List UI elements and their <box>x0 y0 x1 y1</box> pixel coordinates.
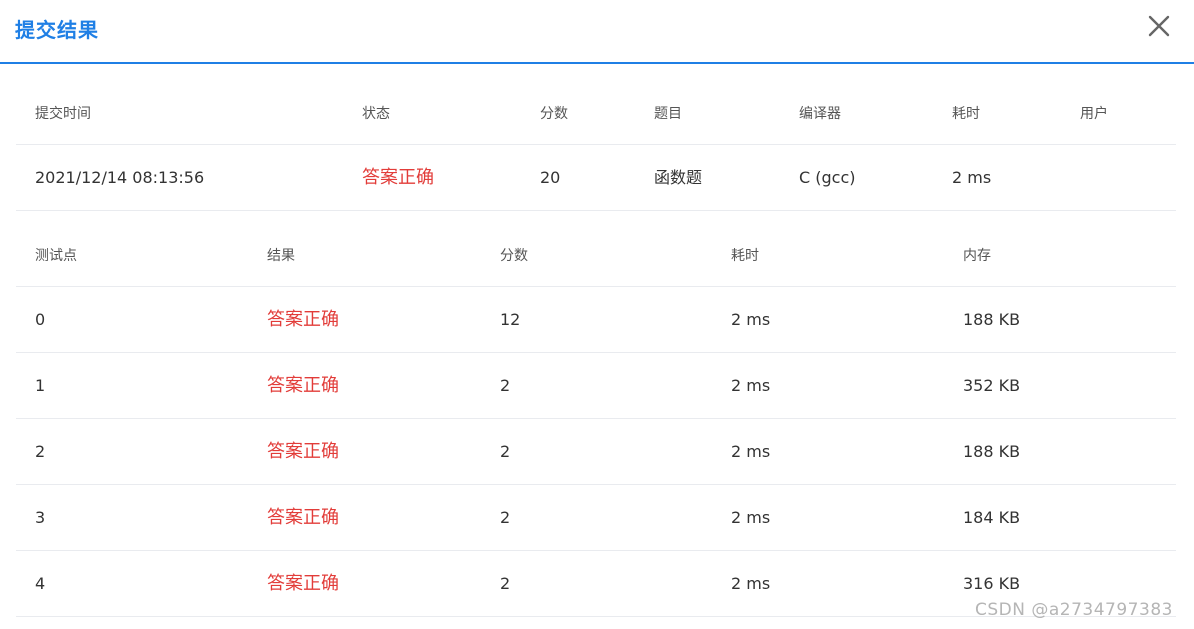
header-case-score: 分数 <box>500 248 528 264</box>
header-testcase: 测试点 <box>35 248 77 264</box>
header-score: 分数 <box>540 106 568 122</box>
header-case-time: 耗时 <box>731 248 759 264</box>
score-value: 20 <box>540 168 561 187</box>
duration-value: 2 ms <box>952 168 992 187</box>
submit-time: 2021/12/14 08:13:56 <box>35 168 205 187</box>
testcase-score: 2 <box>500 376 511 395</box>
testcase-id: 4 <box>35 574 46 593</box>
testcase-score: 2 <box>500 574 511 593</box>
testcase-score: 12 <box>500 310 521 329</box>
testcase-time: 2 ms <box>731 574 771 593</box>
testcase-memory: 188 KB <box>963 442 1021 461</box>
testcase-score: 2 <box>500 508 511 527</box>
submission-row: 2021/12/14 08:13:56 答案正确 20 函数题 C (gcc) … <box>16 145 1176 211</box>
testcase-table-header: 测试点 结果 分数 耗时 内存 <box>16 223 1176 287</box>
submission-table: 提交时间 状态 分数 题目 编译器 耗时 用户 2021/12/14 08:13… <box>16 82 1176 211</box>
close-icon <box>1148 15 1170 37</box>
testcase-memory: 188 KB <box>963 310 1021 329</box>
testcase-time: 2 ms <box>731 310 771 329</box>
problem-value: 函数题 <box>654 168 703 187</box>
header-result: 结果 <box>267 248 295 264</box>
dialog-header: 提交结果 <box>0 0 1194 64</box>
testcase-id: 0 <box>35 310 46 329</box>
table-row: 1 答案正确 2 2 ms 352 KB <box>16 353 1176 419</box>
testcase-memory: 184 KB <box>963 508 1021 527</box>
testcase-time: 2 ms <box>731 376 771 395</box>
header-problem: 题目 <box>654 106 682 122</box>
testcase-result: 答案正确 <box>267 375 339 396</box>
header-memory: 内存 <box>963 248 991 264</box>
submission-result-dialog: 提交结果 提交时间 状态 分数 题目 编译器 耗时 用户 2021/12/14 … <box>0 0 1194 629</box>
testcase-memory: 352 KB <box>963 376 1021 395</box>
header-status: 状态 <box>362 106 390 122</box>
header-duration: 耗时 <box>952 106 980 122</box>
testcase-result: 答案正确 <box>267 507 339 528</box>
testcase-score: 2 <box>500 442 511 461</box>
testcase-id: 2 <box>35 442 46 461</box>
table-row: 3 答案正确 2 2 ms 184 KB <box>16 485 1176 551</box>
testcase-time: 2 ms <box>731 508 771 527</box>
table-row: 2 答案正确 2 2 ms 188 KB <box>16 419 1176 485</box>
submission-table-header: 提交时间 状态 分数 题目 编译器 耗时 用户 <box>16 82 1176 145</box>
testcase-result: 答案正确 <box>267 309 339 330</box>
dialog-title: 提交结果 <box>15 18 99 42</box>
status-value: 答案正确 <box>362 167 434 188</box>
table-row: 0 答案正确 12 2 ms 188 KB <box>16 287 1176 353</box>
testcase-time: 2 ms <box>731 442 771 461</box>
compiler-value: C (gcc) <box>799 168 856 187</box>
header-user: 用户 <box>1080 106 1108 122</box>
testcase-table: 测试点 结果 分数 耗时 内存 0 答案正确 12 2 ms 188 KB 1 … <box>16 223 1176 617</box>
testcase-id: 1 <box>35 376 46 395</box>
testcase-result: 答案正确 <box>267 573 339 594</box>
header-compiler: 编译器 <box>799 106 841 122</box>
header-submit-time: 提交时间 <box>35 106 91 122</box>
watermark: CSDN @a2734797383 <box>975 600 1173 620</box>
testcase-id: 3 <box>35 508 46 527</box>
testcase-result: 答案正确 <box>267 441 339 462</box>
close-button[interactable] <box>1146 13 1172 39</box>
